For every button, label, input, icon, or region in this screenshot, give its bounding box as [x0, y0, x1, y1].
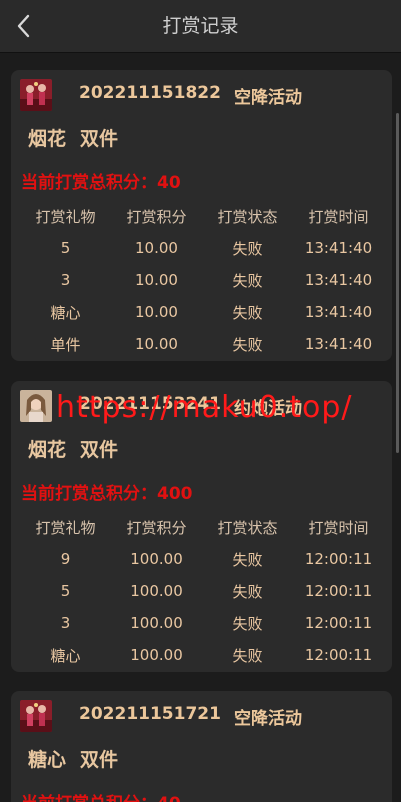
- status-cell: 失败: [232, 335, 263, 354]
- gift-table: 打赏礼物 打赏积分 打赏状态 打赏时间 9 100.00 失败 12:00:11…: [20, 511, 384, 671]
- points-cell: 10.00: [135, 271, 178, 289]
- table-row: 糖心 100.00 失败 12:00:11: [20, 639, 384, 671]
- status-cell: 失败: [232, 582, 263, 601]
- table-row: 9 100.00 失败 12:00:11: [20, 543, 384, 575]
- time-cell: 13:41:40: [304, 303, 373, 321]
- activity-name: 空降活动: [234, 709, 302, 729]
- points-cell: 100.00: [130, 550, 183, 568]
- time-cell: 12:00:11: [304, 614, 373, 632]
- total-points: 当前打赏总积分：40: [21, 789, 181, 802]
- status-cell: 失败: [232, 614, 263, 633]
- column-header: 打赏积分: [126, 207, 187, 226]
- activity-name: 约炮活动: [234, 399, 302, 419]
- column-header: 打赏礼物: [35, 518, 96, 537]
- gift-cell: 5: [60, 239, 71, 257]
- scrollbar[interactable]: [396, 113, 399, 453]
- status-cell: 失败: [232, 550, 263, 569]
- status-cell: 失败: [232, 239, 263, 258]
- avatar: [20, 390, 52, 422]
- gift-cell: 糖心: [50, 303, 81, 322]
- avatar: [20, 79, 52, 111]
- points-cell: 100.00: [130, 614, 183, 632]
- column-header: 打赏时间: [308, 518, 369, 537]
- status-cell: 失败: [232, 303, 263, 322]
- time-cell: 13:41:40: [304, 335, 373, 353]
- table-header: 打赏礼物 打赏积分 打赏状态 打赏时间: [20, 511, 384, 543]
- record-list[interactable]: 202211151822 空降活动 烟花 双件 当前打赏总积分：40 打赏礼物 打…: [0, 53, 401, 802]
- card-header: 202211153241 约炮活动: [20, 390, 380, 422]
- record-card: 202211151822 空降活动 烟花 双件 当前打赏总积分：40 打赏礼物 打…: [11, 70, 392, 361]
- order-number: 202211151822: [79, 83, 221, 103]
- total-points: 当前打赏总积分：400: [21, 484, 193, 504]
- points-cell: 10.00: [135, 303, 178, 321]
- column-header: 打赏时间: [308, 207, 369, 226]
- gift-cell: 3: [60, 614, 71, 632]
- table-row: 单件 10.00 失败 13:41:40: [20, 328, 384, 360]
- table-row: 5 10.00 失败 13:41:40: [20, 232, 384, 264]
- navbar: 打赏记录: [0, 0, 401, 53]
- page-title: 打赏记录: [162, 15, 239, 37]
- points-cell: 100.00: [130, 582, 183, 600]
- tag: 烟花: [28, 439, 67, 461]
- card-header: 202211151822 空降活动: [20, 79, 380, 111]
- column-header: 打赏积分: [126, 518, 187, 537]
- points-cell: 10.00: [135, 239, 178, 257]
- points-cell: 100.00: [130, 646, 183, 664]
- avatar: [20, 700, 52, 732]
- tag: 双件: [80, 439, 119, 461]
- gift-cell: 3: [60, 271, 71, 289]
- time-cell: 13:41:40: [304, 239, 373, 257]
- column-header: 打赏状态: [217, 207, 278, 226]
- tag: 烟花: [28, 128, 67, 150]
- app-root: 打赏记录 202211151822 空降活动 烟花 双件 当前打赏总积分：40 …: [0, 0, 401, 802]
- status-cell: 失败: [232, 271, 263, 290]
- table-row: 5 100.00 失败 12:00:11: [20, 575, 384, 607]
- gift-cell: 单件: [50, 335, 81, 354]
- record-card: 202211153241 约炮活动 烟花 双件 当前打赏总积分：400 打赏礼物 …: [11, 381, 392, 672]
- time-cell: 13:41:40: [304, 271, 373, 289]
- points-cell: 10.00: [135, 335, 178, 353]
- table-row: 3 10.00 失败 13:41:40: [20, 264, 384, 296]
- gift-cell: 5: [60, 582, 71, 600]
- gift-cell: 糖心: [50, 646, 81, 665]
- column-header: 打赏状态: [217, 518, 278, 537]
- gift-tags: 糖心 双件: [28, 745, 132, 772]
- tag: 糖心: [28, 749, 67, 771]
- gift-table: 打赏礼物 打赏积分 打赏状态 打赏时间 5 10.00 失败 13:41:40 …: [20, 200, 384, 360]
- card-header: 202211151721 空降活动: [20, 700, 380, 732]
- gift-tags: 烟花 双件: [28, 435, 132, 462]
- gift-tags: 烟花 双件: [28, 124, 132, 151]
- activity-name: 空降活动: [234, 88, 302, 108]
- record-card: 202211151721 空降活动 糖心双件 当前打赏总积分：40: [11, 691, 392, 802]
- total-points: 当前打赏总积分：40: [21, 173, 181, 193]
- table-header: 打赏礼物 打赏积分 打赏状态 打赏时间: [20, 200, 384, 232]
- time-cell: 12:00:11: [304, 646, 373, 664]
- time-cell: 12:00:11: [304, 550, 373, 568]
- gift-cell: 9: [60, 550, 71, 568]
- tag: 双件: [80, 128, 119, 150]
- table-row: 3 100.00 失败 12:00:11: [20, 607, 384, 639]
- tag: 双件: [80, 749, 119, 771]
- order-number: 202211153241: [79, 394, 221, 414]
- time-cell: 12:00:11: [304, 582, 373, 600]
- table-row: 糖心 10.00 失败 13:41:40: [20, 296, 384, 328]
- order-number: 202211151721: [79, 704, 221, 724]
- status-cell: 失败: [232, 646, 263, 665]
- column-header: 打赏礼物: [35, 207, 96, 226]
